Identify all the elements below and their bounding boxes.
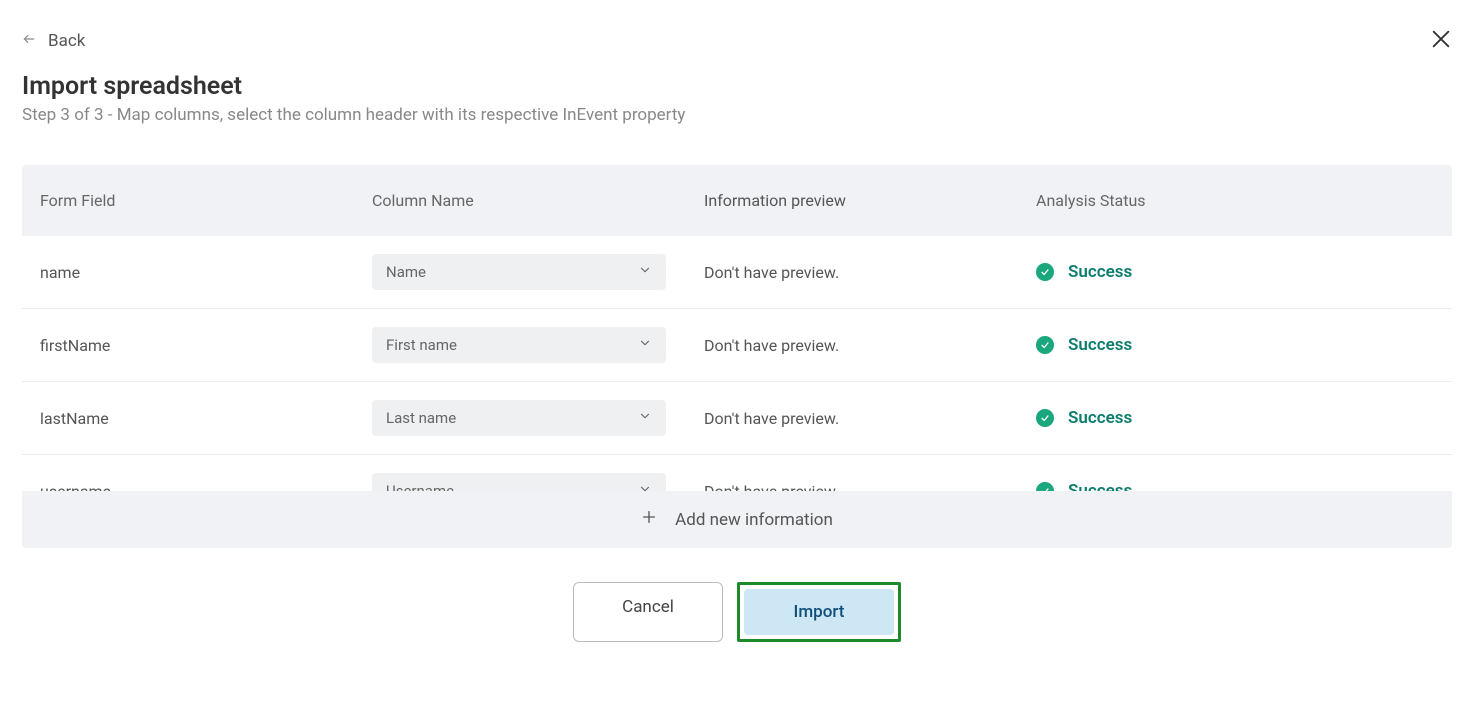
column-name-select[interactable]: Username <box>372 473 666 491</box>
column-name-select[interactable]: Name <box>372 254 666 290</box>
import-button[interactable]: Import <box>744 589 894 635</box>
add-new-information-button[interactable]: Add new information <box>22 491 1452 548</box>
cancel-button[interactable]: Cancel <box>573 582 723 642</box>
form-field-cell: lastName <box>40 409 372 428</box>
status-text: Success <box>1068 408 1132 428</box>
form-field-cell: name <box>40 263 372 282</box>
back-label: Back <box>48 31 85 51</box>
status-badge: Success <box>1036 262 1434 282</box>
table-row: lastName Last name Don't have preview. <box>22 382 1452 455</box>
preview-cell: Don't have preview. <box>704 409 1036 428</box>
table-row: name Name Don't have preview. <box>22 236 1452 309</box>
back-button[interactable]: Back <box>22 31 85 51</box>
check-circle-icon <box>1036 336 1054 354</box>
arrow-left-icon <box>22 31 36 51</box>
preview-cell: Don't have preview. <box>704 482 1036 492</box>
form-field-cell: username <box>40 482 372 492</box>
chevron-down-icon <box>638 336 652 354</box>
select-value: First name <box>386 336 457 354</box>
table-row: firstName First name Don't have preview. <box>22 309 1452 382</box>
select-value: Last name <box>386 409 456 427</box>
status-badge: Success <box>1036 481 1434 491</box>
preview-cell: Don't have preview. <box>704 263 1036 282</box>
page-subtitle: Step 3 of 3 - Map columns, select the co… <box>22 105 1452 125</box>
header-info-preview: Information preview <box>704 191 1036 210</box>
select-value: Name <box>386 263 426 281</box>
check-circle-icon <box>1036 263 1054 281</box>
mapping-table: Form Field Column Name Information previ… <box>22 165 1452 491</box>
column-name-select[interactable]: Last name <box>372 400 666 436</box>
select-value: Username <box>386 482 454 491</box>
header-form-field: Form Field <box>40 191 372 210</box>
check-circle-icon <box>1036 482 1054 491</box>
status-text: Success <box>1068 481 1132 491</box>
status-badge: Success <box>1036 335 1434 355</box>
close-button[interactable] <box>1430 28 1452 54</box>
add-new-label: Add new information <box>675 510 833 530</box>
chevron-down-icon <box>638 482 652 491</box>
header-analysis-status: Analysis Status <box>1036 191 1434 210</box>
plus-icon <box>641 509 657 530</box>
mapping-table-scroll[interactable]: Form Field Column Name Information previ… <box>22 165 1452 491</box>
check-circle-icon <box>1036 409 1054 427</box>
close-icon <box>1430 35 1452 54</box>
column-name-select[interactable]: First name <box>372 327 666 363</box>
status-text: Success <box>1068 335 1132 355</box>
status-badge: Success <box>1036 408 1434 428</box>
chevron-down-icon <box>638 409 652 427</box>
page-title: Import spreadsheet <box>22 72 1452 101</box>
table-header-row: Form Field Column Name Information previ… <box>22 165 1452 236</box>
table-row: username Username Don't have preview. <box>22 455 1452 491</box>
chevron-down-icon <box>638 263 652 281</box>
import-highlight: Import <box>737 582 901 642</box>
form-field-cell: firstName <box>40 336 372 355</box>
header-column-name: Column Name <box>372 191 704 210</box>
status-text: Success <box>1068 262 1132 282</box>
preview-cell: Don't have preview. <box>704 336 1036 355</box>
